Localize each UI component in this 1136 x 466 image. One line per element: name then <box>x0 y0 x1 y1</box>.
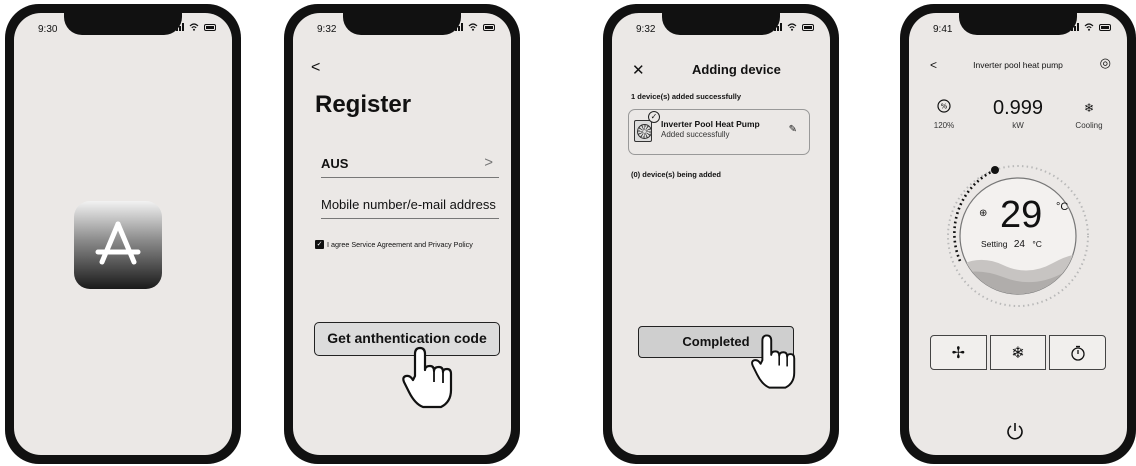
battery-icon <box>483 23 495 31</box>
setting-label: Setting <box>981 239 1008 249</box>
phone-screen: 9:32 < Register AUS > Mobile number/e-ma… <box>293 13 511 455</box>
fan-percent-icon: % <box>927 99 961 117</box>
wifi-icon <box>189 23 199 31</box>
notch <box>662 13 780 35</box>
agree-checkbox[interactable]: ✓ <box>315 240 324 249</box>
settings-icon[interactable]: ◎ <box>1100 55 1111 71</box>
timer-button[interactable] <box>1049 335 1107 370</box>
mobile-email-placeholder: Mobile number/e-mail address <box>321 197 496 212</box>
phone-screen: 9:32 ✕ Adding device 1 device(s) added s… <box>612 13 830 455</box>
notch <box>64 13 182 35</box>
phone-screen: 9:41 < Inverter pool heat pump ◎ % 120% … <box>909 13 1127 455</box>
stat-mode: ❄ Cooling <box>1069 99 1109 130</box>
snowflake-icon: ❄ <box>1011 344 1025 362</box>
signal-icon <box>455 23 463 31</box>
wifi-icon <box>1084 23 1094 31</box>
setting-unit: °C <box>1032 239 1042 249</box>
pointing-hand-icon <box>402 346 453 409</box>
mode-buttons: ✢ ❄ <box>930 335 1107 370</box>
status-time: 9:32 <box>636 24 656 35</box>
temperature-unit: °C <box>1056 201 1069 213</box>
agreement-row[interactable]: ✓ I agree Service Agreement and Privacy … <box>315 240 473 249</box>
battery-icon <box>204 23 216 31</box>
setting-temperature: Setting 24 °C <box>981 239 1042 250</box>
stat-label: Cooling <box>1075 121 1103 130</box>
stat-power: 0.999 kW <box>985 97 1051 130</box>
page-title: Inverter pool heat pump <box>973 60 1063 70</box>
dial-handle[interactable] <box>991 166 999 174</box>
phone-splash: 9:30 <box>5 4 241 464</box>
signal-icon <box>176 23 184 31</box>
app-store-glyph-icon <box>95 221 141 265</box>
status-icons <box>455 23 495 31</box>
status-time: 9:30 <box>38 24 58 35</box>
stat-label: kW <box>1012 121 1024 130</box>
mobile-email-input[interactable]: Mobile number/e-mail address <box>321 197 499 219</box>
notch <box>959 13 1077 35</box>
notch <box>343 13 461 35</box>
stat-fan-speed: % 120% <box>927 99 961 130</box>
power-icon[interactable] <box>1005 421 1025 441</box>
device-card[interactable]: ✓ Inverter Pool Heat Pump Added successf… <box>628 109 810 155</box>
status-icons <box>1071 23 1111 31</box>
status-time: 9:41 <box>933 24 953 35</box>
being-added-text: (0) device(s) being added <box>631 170 722 179</box>
country-select[interactable]: AUS > <box>321 154 499 178</box>
check-circle-icon: ✓ <box>648 111 660 123</box>
fan-icon: ✢ <box>951 344 966 362</box>
phone-adding-device: 9:32 ✕ Adding device 1 device(s) added s… <box>603 4 839 464</box>
heat-pump-icon <box>634 120 652 142</box>
svg-text:%: % <box>941 103 948 111</box>
signal-icon <box>1071 23 1079 31</box>
chevron-right-icon: > <box>484 154 493 171</box>
battery-icon <box>802 23 814 31</box>
heating-mode-icon: ⊕ <box>979 208 988 219</box>
snowflake-icon: ❄ <box>1083 101 1095 115</box>
device-name: Inverter Pool Heat Pump <box>661 119 760 129</box>
device-status: Added successfully <box>661 130 730 139</box>
setting-value: 24 <box>1013 239 1025 250</box>
added-count-text: 1 device(s) added successfully <box>631 92 742 101</box>
phone-screen: 9:30 <box>14 13 232 455</box>
edit-icon[interactable]: ✎ <box>789 124 797 135</box>
fan-mode-button[interactable]: ✢ <box>930 335 987 370</box>
timer-icon <box>1071 345 1085 361</box>
back-button[interactable]: < <box>311 59 320 77</box>
page-title: Adding device <box>692 62 781 77</box>
wifi-icon <box>787 23 797 31</box>
power-value: 0.999 <box>992 97 1044 119</box>
stat-label: 120% <box>933 121 955 130</box>
agree-text: I agree Service Agreement and Privacy Po… <box>327 240 473 249</box>
pointing-hand-icon <box>751 334 796 389</box>
phone-register: 9:32 < Register AUS > Mobile number/e-ma… <box>284 4 520 464</box>
cooling-mode-button[interactable]: ❄ <box>989 335 1047 370</box>
close-icon[interactable]: ✕ <box>632 61 645 79</box>
wifi-icon <box>468 23 478 31</box>
page-title: Register <box>315 91 412 118</box>
phone-heat-pump: 9:41 < Inverter pool heat pump ◎ % 120% … <box>900 4 1136 464</box>
battery-icon <box>1099 23 1111 31</box>
current-temperature: 29 <box>1000 194 1043 236</box>
status-time: 9:32 <box>317 24 337 35</box>
app-store-icon[interactable] <box>74 201 162 289</box>
signal-icon <box>774 23 782 31</box>
status-icons <box>176 23 216 31</box>
status-icons <box>774 23 814 31</box>
country-value: AUS <box>321 156 349 171</box>
